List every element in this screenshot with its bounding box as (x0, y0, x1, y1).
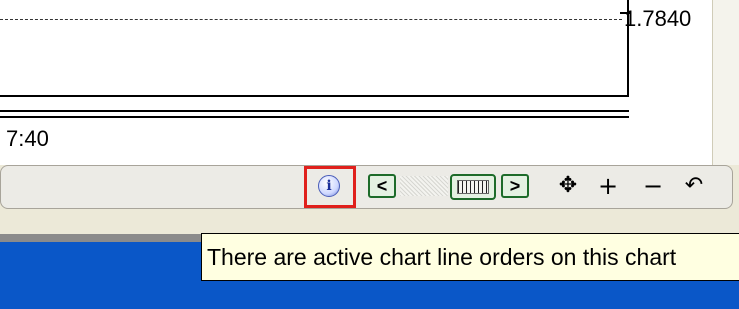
price-axis-gutter (712, 0, 739, 165)
time-axis-label: 7:40 (6, 126, 49, 151)
time-axis-border-top (0, 110, 629, 112)
chart-bottom-border (0, 95, 629, 97)
scroll-left-button[interactable]: < (368, 174, 396, 198)
chart-scroll-track[interactable] (400, 176, 448, 196)
tooltip: There are active chart line orders on th… (201, 233, 739, 281)
info-icon[interactable]: i (318, 175, 340, 197)
chart-toolbar (0, 165, 733, 209)
price-axis-label: 1.7840 (624, 6, 692, 31)
price-level-line[interactable] (0, 19, 622, 20)
zoom-in-icon[interactable]: + (595, 170, 621, 202)
zoom-out-icon[interactable]: − (640, 170, 666, 202)
undo-icon[interactable]: ↶ (681, 170, 707, 202)
time-axis-border-bottom (0, 116, 629, 118)
scroll-right-button[interactable]: > (501, 174, 529, 198)
window-lower-strip (0, 209, 739, 234)
scroll-thumb-grip-icon (457, 180, 489, 194)
pan-icon[interactable]: ✥ (555, 170, 581, 202)
chart-right-border (627, 0, 629, 96)
